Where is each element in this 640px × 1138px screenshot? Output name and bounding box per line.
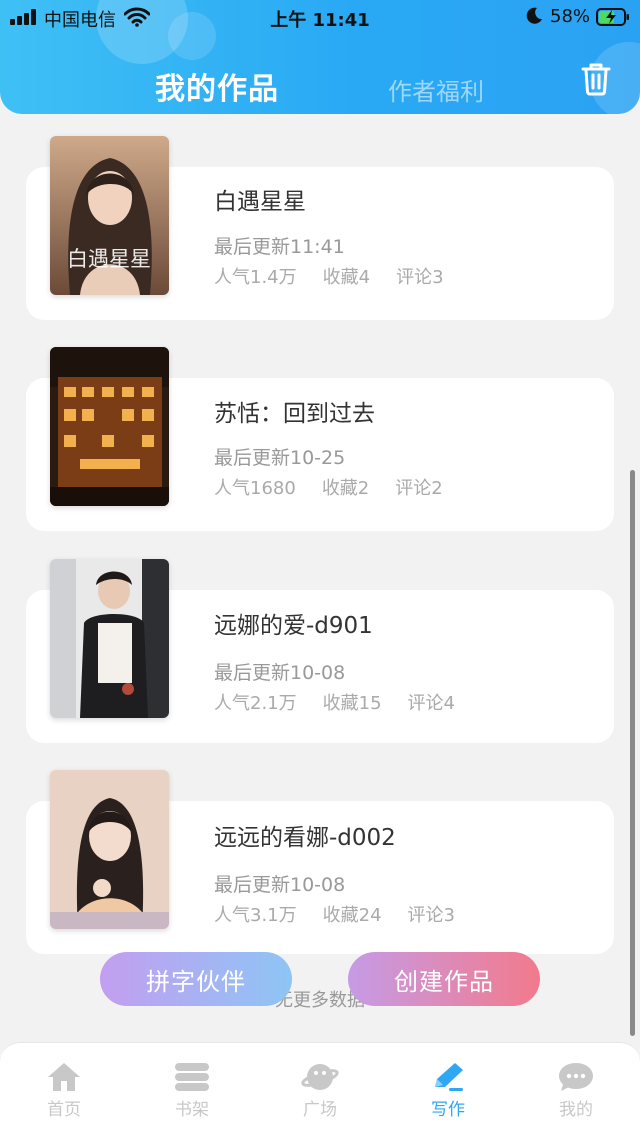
bookshelf-icon [175, 1063, 209, 1091]
tab-profile[interactable]: 我的 [526, 1061, 626, 1135]
tab-author-benefits[interactable]: 作者福利 [388, 72, 484, 107]
tab-my-works[interactable]: 我的作品 [155, 64, 279, 108]
works-list[interactable]: 白遇星星 白遇星星 最后更新11:41 人气1.4万 收藏4 评论3 苏恬：回到过去… [0, 114, 640, 1042]
book-updated-time: 最后更新10-08 [214, 874, 346, 896]
comments-count: 评论2 [395, 478, 443, 499]
book-title[interactable]: 苏恬：回到过去 [214, 394, 375, 428]
book-updated-time: 最后更新10-08 [214, 662, 346, 684]
clock: 上午 11:41 [270, 10, 370, 31]
comments-count: 评论4 [407, 693, 455, 714]
scrollbar[interactable] [630, 470, 635, 1036]
tab-home[interactable]: 首页 [14, 1061, 114, 1135]
favorites-count: 收藏24 [322, 905, 382, 926]
battery-percentage: 58% [550, 6, 591, 27]
chat-icon [559, 1063, 593, 1091]
book-title[interactable]: 远娜的爱-d901 [214, 606, 373, 640]
book-cover[interactable]: 白遇星星 [50, 136, 169, 295]
tab-label: 首页 [47, 1100, 81, 1120]
cover-art-night-building [50, 347, 169, 506]
popularity-count: 人气3.1万 [214, 905, 297, 926]
planet-icon [301, 1064, 339, 1090]
list-end-text: 无更多数据 [275, 990, 365, 1011]
do-not-disturb-icon [526, 7, 542, 24]
book-cover[interactable] [50, 347, 169, 506]
tab-write[interactable]: 写作 [398, 1061, 498, 1135]
book-stats: 人气3.1万 收藏24 评论3 [214, 901, 481, 927]
writing-partner-button[interactable]: 拼字伙伴 [100, 952, 292, 1006]
tab-label: 写作 [431, 1100, 465, 1120]
book-cover[interactable] [50, 770, 169, 929]
home-icon [48, 1063, 80, 1091]
popularity-count: 人气1680 [214, 478, 296, 499]
tab-label: 书架 [175, 1100, 209, 1120]
pen-icon [435, 1063, 463, 1091]
popularity-count: 人气2.1万 [214, 693, 297, 714]
trash-icon[interactable] [580, 62, 612, 96]
book-cover[interactable] [50, 559, 169, 718]
app-header: 中国电信 上午 11:41 58% 我的作品 作者福利 [0, 0, 640, 114]
comments-count: 评论3 [396, 267, 444, 288]
favorites-count: 收藏4 [322, 267, 371, 288]
book-stats: 人气1.4万 收藏4 评论3 [214, 263, 470, 289]
favorites-count: 收藏15 [322, 693, 382, 714]
comments-count: 评论3 [407, 905, 455, 926]
battery-charging-icon [596, 8, 629, 26]
book-stats: 人气2.1万 收藏15 评论4 [214, 689, 481, 715]
book-title[interactable]: 远远的看娜-d002 [214, 818, 396, 852]
cover-title: 白遇星星 [67, 247, 151, 271]
tab-label: 广场 [303, 1100, 337, 1120]
cover-art-woman-portrait [50, 770, 169, 929]
favorites-count: 收藏2 [321, 478, 370, 499]
popularity-count: 人气1.4万 [214, 267, 297, 288]
book-updated-time: 最后更新11:41 [214, 236, 345, 258]
book-updated-time: 最后更新10-25 [214, 447, 346, 469]
cover-art-man-portrait [50, 559, 169, 718]
bottom-tab-bar: 首页 书架 广场 写作 我的 [0, 1042, 640, 1138]
book-stats: 人气1680 收藏2 评论2 [214, 474, 469, 500]
status-bar: 中国电信 上午 11:41 58% [0, 0, 640, 34]
tab-label: 我的 [559, 1100, 593, 1120]
book-title[interactable]: 白遇星星 [214, 182, 306, 216]
tab-bookshelf[interactable]: 书架 [142, 1061, 242, 1135]
cover-art-girl-portrait: 白遇星星 [50, 136, 169, 295]
create-work-button[interactable]: 创建作品 [348, 952, 540, 1006]
tab-plaza[interactable]: 广场 [270, 1061, 370, 1135]
